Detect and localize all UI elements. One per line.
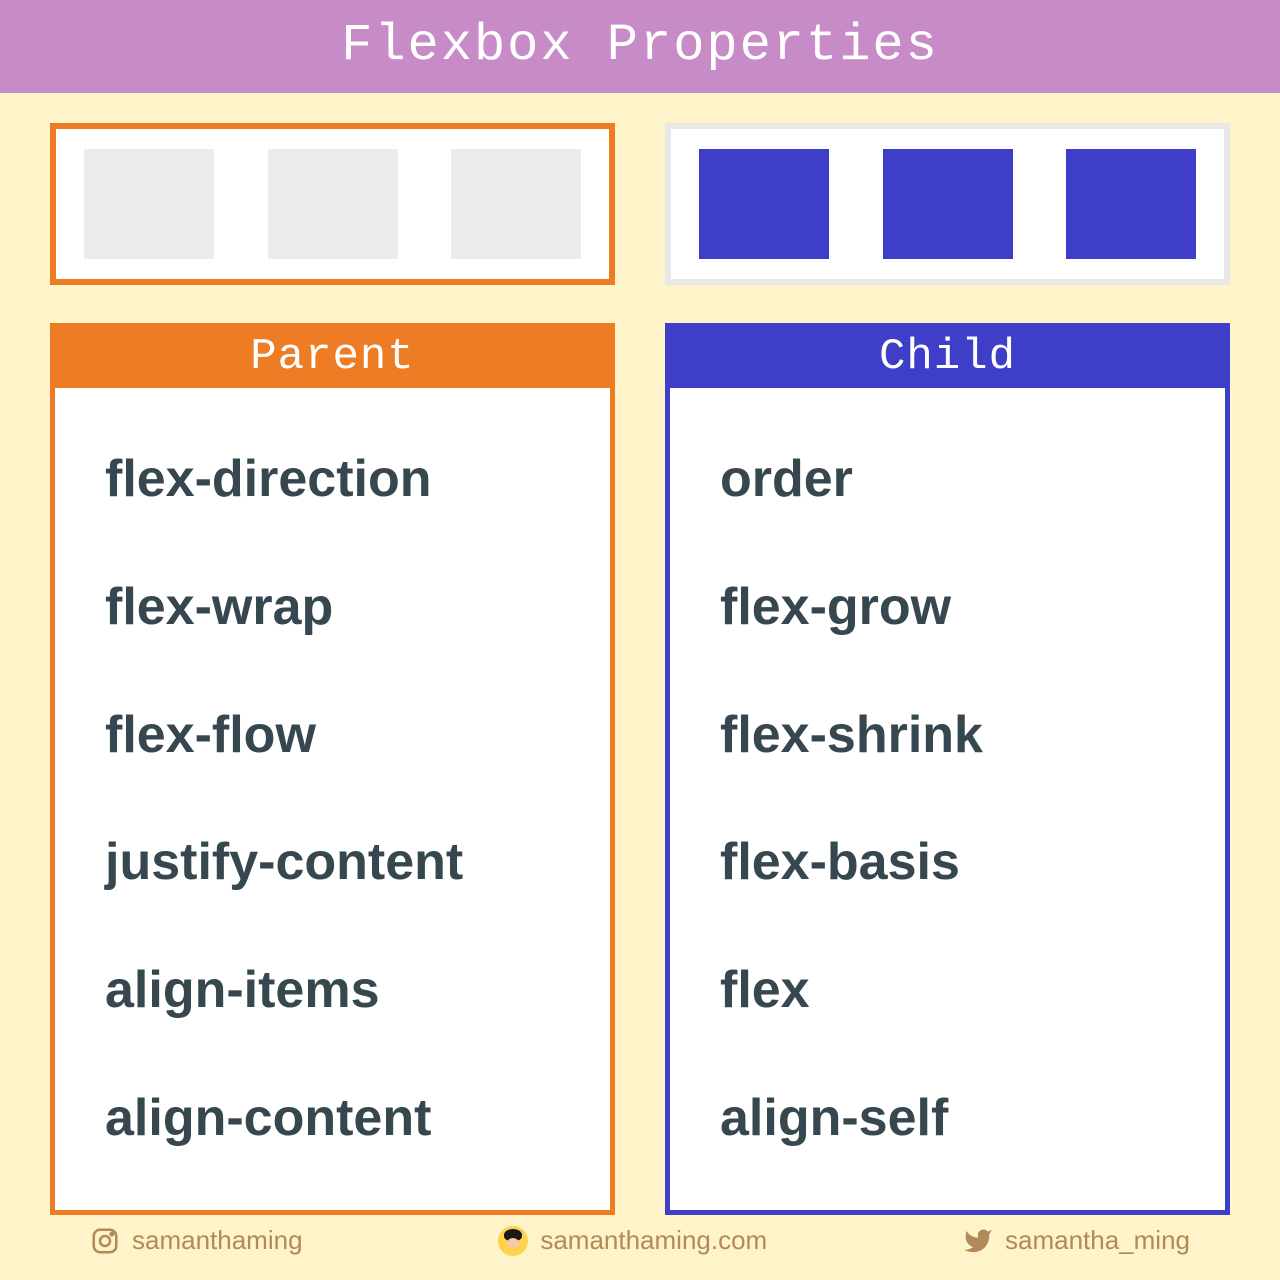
demo-square [268,149,398,259]
website-url: samanthaming.com [540,1225,767,1256]
instagram-handle: samanthaming [132,1225,303,1256]
avatar-icon [498,1226,528,1256]
parent-column: Parent flex-direction flex-wrap flex-flo… [50,123,615,1215]
property-item: flex-flow [105,707,570,764]
parent-panel-heading: Parent [55,328,610,388]
demo-square [84,149,214,259]
website-link[interactable]: samanthaming.com [498,1225,767,1256]
demo-square [1066,149,1196,259]
twitter-handle: samantha_ming [1005,1225,1190,1256]
child-demo-box [665,123,1230,285]
property-item: flex-basis [720,834,1185,891]
property-item: flex-wrap [105,579,570,636]
property-item: flex [720,962,1185,1019]
parent-demo-box [50,123,615,285]
property-item: flex-grow [720,579,1185,636]
page-title: Flexbox Properties [0,0,1280,93]
parent-properties-list: flex-direction flex-wrap flex-flow justi… [55,388,610,1210]
property-item: justify-content [105,834,570,891]
instagram-link[interactable]: samanthaming [90,1225,303,1256]
child-panel: Child order flex-grow flex-shrink flex-b… [665,323,1230,1215]
instagram-icon [90,1226,120,1256]
footer: samanthaming samanthaming.com samantha_m… [0,1225,1280,1280]
demo-square [699,149,829,259]
child-properties-list: order flex-grow flex-shrink flex-basis f… [670,388,1225,1210]
main-content: Parent flex-direction flex-wrap flex-flo… [0,93,1280,1225]
parent-panel: Parent flex-direction flex-wrap flex-flo… [50,323,615,1215]
property-item: align-self [720,1090,1185,1147]
demo-square [883,149,1013,259]
property-item: order [720,451,1185,508]
child-column: Child order flex-grow flex-shrink flex-b… [665,123,1230,1215]
property-item: flex-direction [105,451,570,508]
property-item: align-content [105,1090,570,1147]
demo-square [451,149,581,259]
child-panel-heading: Child [670,328,1225,388]
property-item: align-items [105,962,570,1019]
twitter-link[interactable]: samantha_ming [963,1225,1190,1256]
twitter-icon [963,1226,993,1256]
property-item: flex-shrink [720,707,1185,764]
